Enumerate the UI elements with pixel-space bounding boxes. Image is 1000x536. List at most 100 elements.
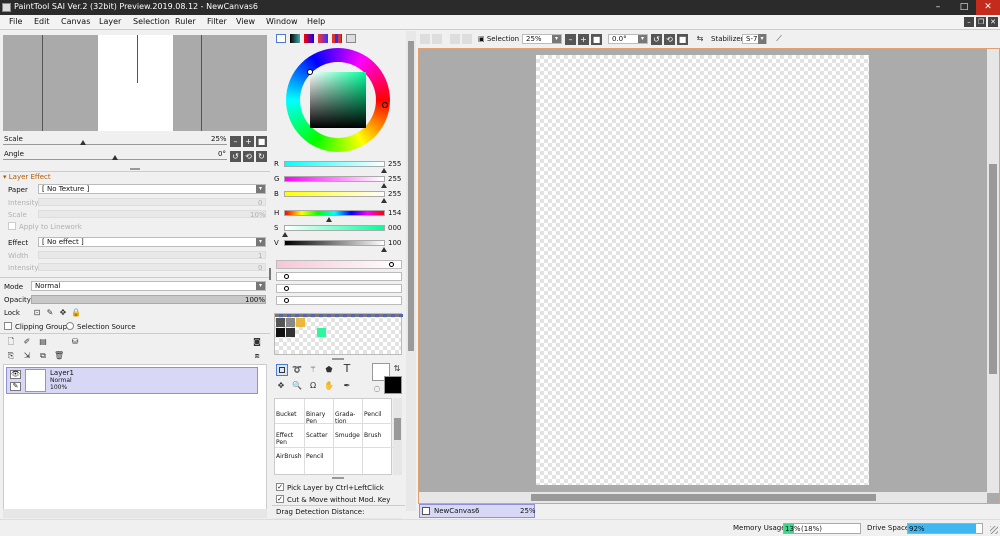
canvas-tab[interactable]: NewCanvas6 25% bbox=[419, 504, 536, 518]
brush-grid-scrollbar[interactable] bbox=[393, 398, 402, 475]
red-slider[interactable] bbox=[284, 161, 385, 167]
swatch[interactable] bbox=[286, 328, 295, 337]
scale-slider[interactable] bbox=[3, 144, 227, 145]
mdi-restore-button[interactable]: ❐ bbox=[976, 17, 986, 27]
green-slider-handle[interactable] bbox=[381, 183, 387, 188]
panel-splitter[interactable] bbox=[130, 168, 140, 170]
intensity-slider[interactable] bbox=[38, 198, 266, 206]
tool-panel-scrollbar[interactable] bbox=[406, 31, 416, 511]
tool-gradation[interactable]: Grada-tion bbox=[335, 411, 359, 425]
rotate-left-button[interactable]: ↺ bbox=[230, 151, 241, 162]
mixer-bar-3-handle[interactable] bbox=[284, 286, 289, 291]
mixer-bar-1-handle[interactable] bbox=[389, 262, 394, 267]
color-wheel-mode-icon[interactable] bbox=[276, 34, 286, 43]
rotate-right-button[interactable]: ↻ bbox=[256, 151, 267, 162]
angle-select[interactable]: 0.0° ▾ bbox=[608, 34, 648, 44]
hue-picker-handle[interactable] bbox=[382, 102, 388, 108]
intensity2-slider[interactable] bbox=[38, 263, 266, 271]
new-layer-icon[interactable]: 🗋 bbox=[6, 337, 16, 347]
color-mixer-bar-2[interactable] bbox=[276, 272, 402, 281]
lock-transparency-icon[interactable]: ⊡ bbox=[32, 308, 42, 318]
layer-list-scrollbar[interactable] bbox=[3, 509, 267, 518]
toolbar-zoom-reset-button[interactable]: ■ bbox=[591, 34, 602, 45]
tool-pencil-2[interactable]: Pencil bbox=[306, 453, 324, 460]
brush-tool-grid[interactable]: Bucket Binary Pen Grada-tion Pencil Effe… bbox=[274, 398, 393, 476]
redo-button[interactable] bbox=[432, 34, 442, 44]
tool-airbrush[interactable]: AirBrush bbox=[276, 453, 302, 460]
layer-effect-header[interactable]: ▾ Layer Effect bbox=[3, 173, 51, 181]
layer-row[interactable]: 👁 ✎ Layer1 Normal 100% bbox=[6, 367, 258, 394]
texture-scale-slider[interactable] bbox=[38, 210, 266, 218]
hand-tool-icon[interactable]: ✋ bbox=[324, 381, 334, 391]
canvas-horizontal-scrollbar-thumb[interactable] bbox=[531, 494, 876, 501]
flip-horizontal-icon[interactable]: ⇆ bbox=[695, 34, 705, 44]
value-slider-handle[interactable] bbox=[381, 247, 387, 252]
menu-ruler[interactable]: Ruler bbox=[175, 17, 196, 26]
chevron-down-icon[interactable]: ▾ bbox=[758, 34, 766, 44]
minimize-button[interactable]: – bbox=[926, 0, 950, 15]
lock-all-icon[interactable]: 🔒 bbox=[71, 308, 81, 318]
blue-slider[interactable] bbox=[284, 191, 385, 197]
canvas[interactable] bbox=[536, 55, 869, 485]
lock-move-icon[interactable]: ✥ bbox=[58, 308, 68, 318]
eyedropper-icon[interactable]: ✒ bbox=[342, 381, 352, 391]
saturation-value-square[interactable] bbox=[310, 72, 366, 128]
zoom-select[interactable]: 25% ▾ bbox=[522, 34, 562, 44]
swatch[interactable] bbox=[286, 318, 295, 327]
layer-mask-icon[interactable]: ◙ bbox=[252, 337, 262, 347]
zoom-tool-icon[interactable]: 🔍 bbox=[292, 381, 302, 391]
rotate-reset-button[interactable]: ⟲ bbox=[243, 151, 254, 162]
menu-canvas[interactable]: Canvas bbox=[61, 17, 90, 26]
mixer-bar-2-handle[interactable] bbox=[284, 274, 289, 279]
line-stabilizer-icon[interactable]: ⟋ bbox=[774, 34, 784, 44]
pick-layer-checkbox[interactable]: ✓ bbox=[276, 483, 284, 491]
menu-edit[interactable]: Edit bbox=[34, 17, 50, 26]
magic-wand-icon[interactable]: ⚚ bbox=[308, 365, 318, 375]
zoom-out-button[interactable]: – bbox=[230, 136, 241, 147]
transparent-color-icon[interactable]: ◌ bbox=[372, 384, 382, 394]
tool-binary-pen[interactable]: Binary Pen bbox=[306, 411, 330, 425]
cut-move-checkbox[interactable]: ✓ bbox=[276, 495, 284, 503]
zoom-in-button[interactable]: + bbox=[243, 136, 254, 147]
menu-window[interactable]: Window bbox=[266, 17, 298, 26]
menu-layer[interactable]: Layer bbox=[99, 17, 121, 26]
width-slider[interactable] bbox=[38, 251, 266, 259]
blue-slider-handle[interactable] bbox=[381, 198, 387, 203]
mixer-bar-4-handle[interactable] bbox=[284, 298, 289, 303]
layer-options-icon[interactable]: ⧈ bbox=[252, 351, 262, 361]
swatch[interactable] bbox=[276, 328, 285, 337]
shape-tool-icon[interactable]: ⬟ bbox=[324, 365, 334, 375]
menu-view[interactable]: View bbox=[236, 17, 255, 26]
text-tool-icon[interactable]: T bbox=[342, 363, 352, 374]
merge-down-icon[interactable]: ⧉ bbox=[38, 351, 48, 361]
swatch[interactable] bbox=[317, 328, 326, 337]
fill-layer-icon[interactable]: ⛁ bbox=[70, 337, 80, 347]
mdi-close-button[interactable]: ✕ bbox=[988, 17, 998, 27]
tool-pencil[interactable]: Pencil bbox=[364, 411, 382, 418]
zoom-reset-button[interactable]: ■ bbox=[256, 136, 267, 147]
color-mixer-bar-4[interactable] bbox=[276, 296, 402, 305]
scale-slider-handle[interactable] bbox=[80, 140, 86, 145]
brush-icon[interactable]: ✎ bbox=[10, 382, 21, 391]
toolbar-rotate-left-button[interactable]: ↺ bbox=[651, 34, 662, 45]
tool-brush[interactable]: Brush bbox=[364, 432, 381, 439]
menu-help[interactable]: Help bbox=[307, 17, 325, 26]
apply-linework-checkbox[interactable] bbox=[8, 222, 16, 230]
copy-layer-icon[interactable]: ⎘ bbox=[6, 351, 16, 361]
tool-panel-scrollbar-thumb[interactable] bbox=[408, 41, 414, 351]
menu-file[interactable]: File bbox=[9, 17, 22, 26]
maximize-button[interactable]: □ bbox=[952, 0, 976, 15]
color-mixer-bar-3[interactable] bbox=[276, 284, 402, 293]
color-wheel[interactable] bbox=[286, 48, 390, 152]
effect-select[interactable]: [ No effect ] ▾ bbox=[38, 237, 266, 247]
deselect-button[interactable] bbox=[450, 34, 460, 44]
blend-mode-select[interactable]: Normal ▾ bbox=[31, 281, 266, 291]
swatch[interactable] bbox=[276, 318, 285, 327]
canvas-vertical-scrollbar[interactable] bbox=[987, 49, 999, 493]
secondary-color-swatch[interactable] bbox=[384, 376, 402, 394]
mixer-mode-icon[interactable] bbox=[318, 34, 328, 43]
invert-selection-button[interactable] bbox=[462, 34, 472, 44]
saturation-slider[interactable] bbox=[284, 225, 385, 231]
clipping-group-checkbox[interactable] bbox=[4, 322, 12, 330]
selection-tool-button[interactable] bbox=[276, 364, 288, 376]
